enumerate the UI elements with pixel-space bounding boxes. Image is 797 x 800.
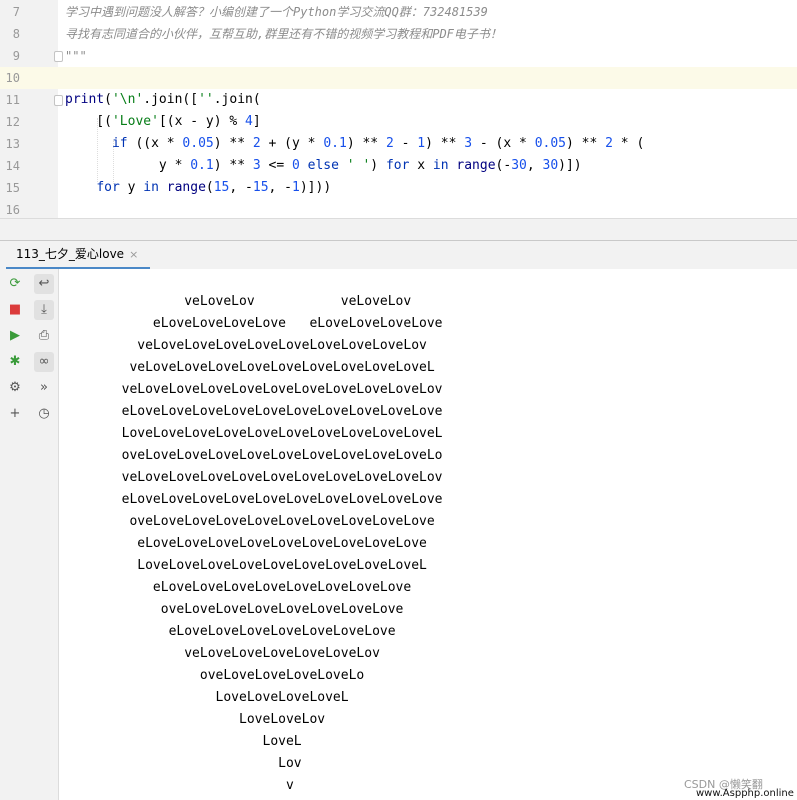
code-text[interactable]: 学习中遇到问题没人解答？小编创建了一个Python学习交流QQ群：7324815…	[65, 1, 488, 23]
site-watermark: www.Aspphp.online	[696, 788, 794, 799]
output-line: oveLoveLoveLoveLoveLoveLoveLoveLoveLoveL…	[59, 448, 443, 463]
output-line: oveLoveLoveLoveLoveLo	[59, 668, 365, 683]
line-number: 11	[5, 93, 20, 107]
run-toolbar: ⟳ ↩ ■ ⤓ ▶ ⎙ ✱ ∞ ⚙ » + ◷	[0, 269, 59, 800]
view-breakpoints-icon[interactable]: ∞	[34, 352, 54, 372]
output-line: LoveL	[59, 734, 302, 749]
output-line: eLoveLoveLoveLoveLoveLoveLoveLoveLove	[59, 536, 427, 551]
more-actions-icon[interactable]: »	[34, 378, 54, 398]
add-icon[interactable]: +	[5, 404, 25, 424]
indent-guide	[97, 118, 98, 182]
run-tab-bar: 113_七夕_爱心love ×	[0, 240, 797, 270]
line-number: 7	[12, 5, 20, 19]
debug-icon[interactable]: ✱	[5, 352, 25, 372]
line-number: 9	[12, 49, 20, 63]
output-line: veLoveLoveLoveLoveLoveLoveLoveLoveLoveLo…	[59, 382, 443, 397]
code-editor[interactable]: 7 学习中遇到问题没人解答？小编创建了一个Python学习交流QQ群：73248…	[0, 0, 797, 218]
output-line: eLoveLoveLoveLoveLoveLoveLoveLoveLoveLov…	[59, 492, 443, 507]
output-line: LoveLoveLoveLoveL	[59, 690, 349, 705]
code-line[interactable]: 14 y * 0.1) ** 3 <= 0 else ' ') for x in…	[0, 155, 797, 177]
run-config-tab[interactable]: 113_七夕_爱心love ×	[6, 241, 151, 270]
code-text[interactable]: """	[65, 45, 87, 67]
code-line[interactable]: 9 """	[0, 45, 797, 67]
output-line: LoveLoveLoveLoveLoveLoveLoveLoveLoveLove…	[59, 426, 443, 441]
output-line: eLoveLoveLoveLoveLoveLoveLoveLove	[59, 580, 412, 595]
fold-marker-icon[interactable]	[54, 51, 63, 62]
current-code-line[interactable]: 10	[0, 67, 797, 89]
line-number: 15	[5, 181, 20, 195]
soft-wrap-icon[interactable]: ↩	[34, 274, 54, 294]
output-line: Lov	[59, 756, 302, 771]
close-icon[interactable]: ×	[129, 248, 138, 261]
stop-icon[interactable]: ■	[5, 300, 25, 320]
line-number: 13	[5, 137, 20, 151]
output-line: oveLoveLoveLoveLoveLoveLoveLoveLoveLove	[59, 514, 435, 529]
scroll-to-end-icon[interactable]: ⤓	[34, 300, 54, 320]
code-text[interactable]: [('Love'[(x - y) % 4]	[65, 111, 260, 133]
output-line: LoveLoveLoveLoveLoveLoveLoveLoveLoveL	[59, 558, 427, 573]
panel-splitter[interactable]	[0, 218, 797, 241]
output-line: LoveLoveLov	[59, 712, 326, 727]
indent-guide	[113, 140, 114, 184]
run-icon[interactable]: ▶	[5, 326, 25, 346]
print-icon[interactable]: ⎙	[34, 326, 54, 346]
code-text[interactable]: if ((x * 0.05) ** 2 + (y * 0.1) ** 2 - 1…	[65, 133, 644, 155]
output-line: veLoveLoveLoveLoveLoveLoveLoveLoveLov	[59, 338, 427, 353]
output-line: veLoveLoveLoveLoveLoveLoveLoveLoveLoveL	[59, 360, 435, 375]
console-output[interactable]: veLoveLov veLoveLov eLoveLoveLoveLove eL…	[59, 269, 797, 800]
code-text[interactable]: for y in range(15, -15, -1)]))	[65, 177, 331, 199]
history-icon[interactable]: ◷	[34, 404, 54, 424]
code-line[interactable]: 13 if ((x * 0.05) ** 2 + (y * 0.1) ** 2 …	[0, 133, 797, 155]
settings-icon[interactable]: ⚙	[5, 378, 25, 398]
output-line: oveLoveLoveLoveLoveLoveLoveLove	[59, 602, 404, 617]
code-line[interactable]: 11 print('\n'.join([''.join(	[0, 89, 797, 111]
line-number: 12	[5, 115, 20, 129]
code-line[interactable]: 7 学习中遇到问题没人解答？小编创建了一个Python学习交流QQ群：73248…	[0, 1, 797, 23]
rerun-icon[interactable]: ⟳	[5, 274, 25, 294]
output-line: eLoveLoveLoveLoveLoveLoveLoveLoveLoveLov…	[59, 404, 443, 419]
output-line: veLoveLoveLoveLoveLoveLov	[59, 646, 380, 661]
output-line: veLoveLov veLoveLov	[59, 294, 412, 309]
fold-marker-icon[interactable]	[54, 95, 63, 106]
output-line: eLoveLoveLoveLove eLoveLoveLoveLove	[59, 316, 443, 331]
code-line[interactable]: 8 寻找有志同道合的小伙伴，互帮互助,群里还有不错的视频学习教程和PDF电子书！	[0, 23, 797, 45]
output-line: eLoveLoveLoveLoveLoveLoveLove	[59, 624, 396, 639]
line-number: 14	[5, 159, 20, 173]
code-text[interactable]: print('\n'.join([''.join(	[65, 89, 261, 111]
output-line: veLoveLoveLoveLoveLoveLoveLoveLoveLoveLo…	[59, 470, 443, 485]
code-line[interactable]: 15 for y in range(15, -15, -1)]))	[0, 177, 797, 199]
code-text[interactable]: 寻找有志同道合的小伙伴，互帮互助,群里还有不错的视频学习教程和PDF电子书！	[65, 23, 502, 45]
run-tab-label: 113_七夕_爱心love	[16, 247, 125, 261]
code-line[interactable]: 12 [('Love'[(x - y) % 4]	[0, 111, 797, 133]
line-number: 10	[5, 71, 20, 85]
code-text[interactable]: y * 0.1) ** 3 <= 0 else ' ') for x in ra…	[65, 155, 582, 177]
line-number: 8	[12, 27, 20, 41]
